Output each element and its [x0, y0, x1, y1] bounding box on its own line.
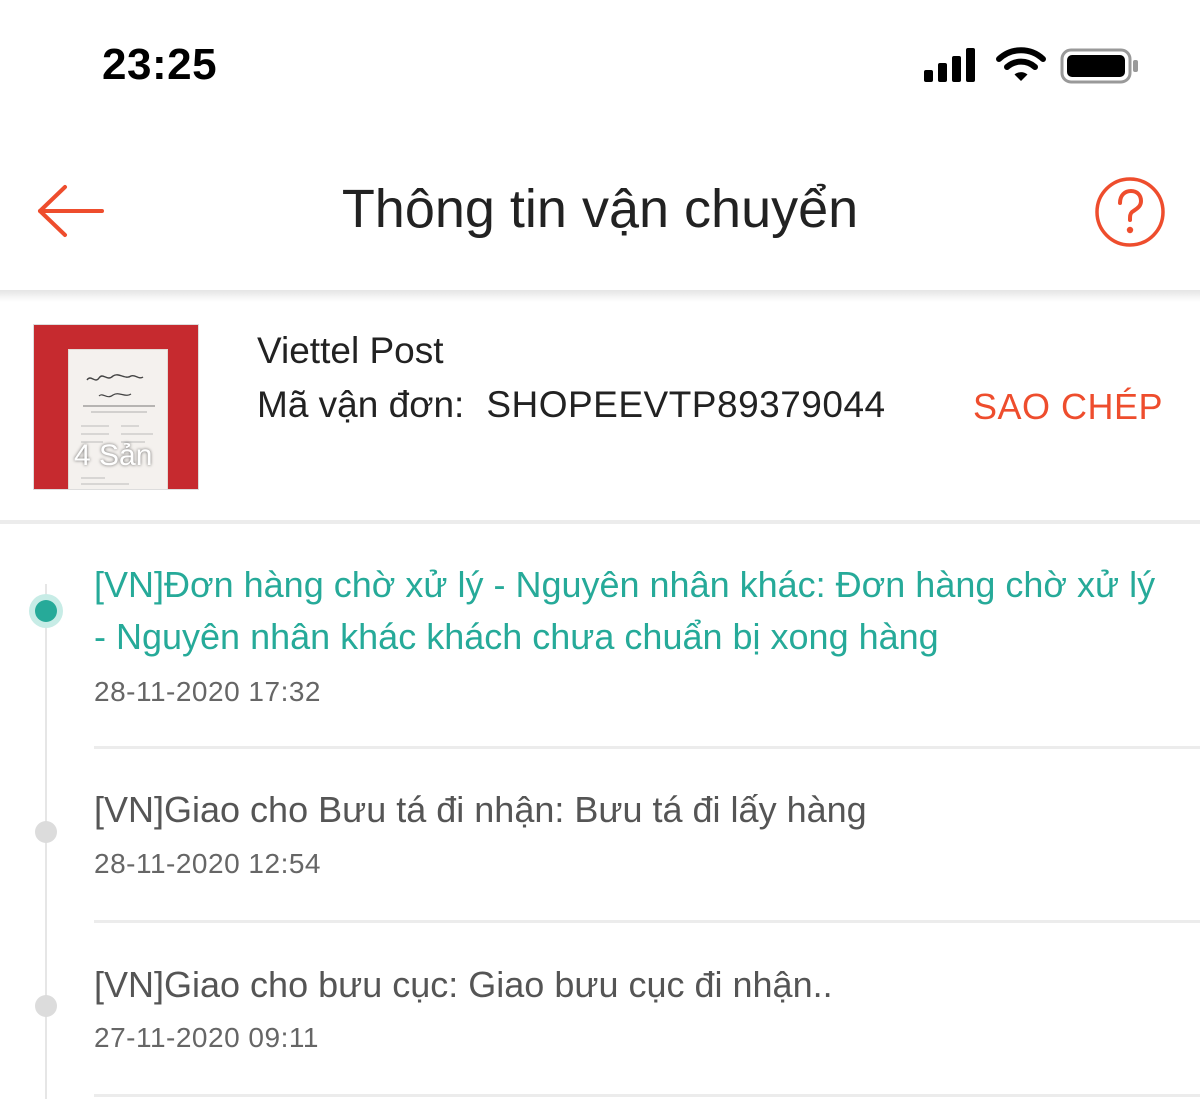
battery-icon	[1060, 48, 1138, 84]
timeline-dot	[35, 995, 57, 1017]
header-shadow	[0, 290, 1200, 302]
signal-icon	[924, 48, 975, 82]
tracking-code: SHOPEEVTP89379044	[486, 384, 886, 425]
carrier-name: Viettel Post	[257, 330, 444, 371]
tracking-number-row: Mã vận đơn: SHOPEEVTP89379044	[257, 384, 886, 426]
event-timestamp: 27-11-2020 09:11	[94, 1022, 319, 1053]
help-button[interactable]	[1092, 174, 1168, 250]
event-description: [VN]Giao cho Bưu tá đi nhận: Bưu tá đi l…	[94, 789, 867, 830]
event-divider	[94, 1094, 1200, 1097]
product-count-label: 4 Sản	[74, 439, 153, 472]
timeline-dot-active	[35, 600, 57, 622]
timeline-dot	[35, 821, 57, 843]
event-divider	[94, 920, 1200, 923]
event-divider	[94, 746, 1200, 749]
event-timestamp: 28-11-2020 17:32	[94, 676, 321, 707]
event-description: [VN]Giao cho bưu cục: Giao bưu cục đi nh…	[94, 964, 833, 1005]
page-title: Thông tin vận chuyển	[341, 179, 859, 239]
shipment-info: 4 Sản Viettel Post Mã vận đơn: SHOPEEVTP8…	[0, 302, 1200, 520]
copy-button[interactable]: SAO CHÉP	[973, 386, 1163, 428]
app-header: Thông tin vận chuyển	[0, 130, 1200, 290]
wifi-icon	[996, 47, 1046, 81]
status-time: 23:25	[102, 40, 218, 89]
tracking-label: Mã vận đơn:	[257, 384, 465, 425]
question-circle-icon	[1095, 177, 1165, 247]
event-description: [VN]Đơn hàng chờ xử lý - Nguyên nhân khá…	[94, 564, 1156, 657]
event-timestamp: 28-11-2020 12:54	[94, 848, 321, 879]
status-bar: 23:25	[0, 0, 1200, 130]
tracking-timeline: [VN]Đơn hàng chờ xử lý - Nguyên nhân khá…	[0, 524, 1200, 1101]
product-thumbnail[interactable]: 4 Sản	[33, 324, 199, 490]
